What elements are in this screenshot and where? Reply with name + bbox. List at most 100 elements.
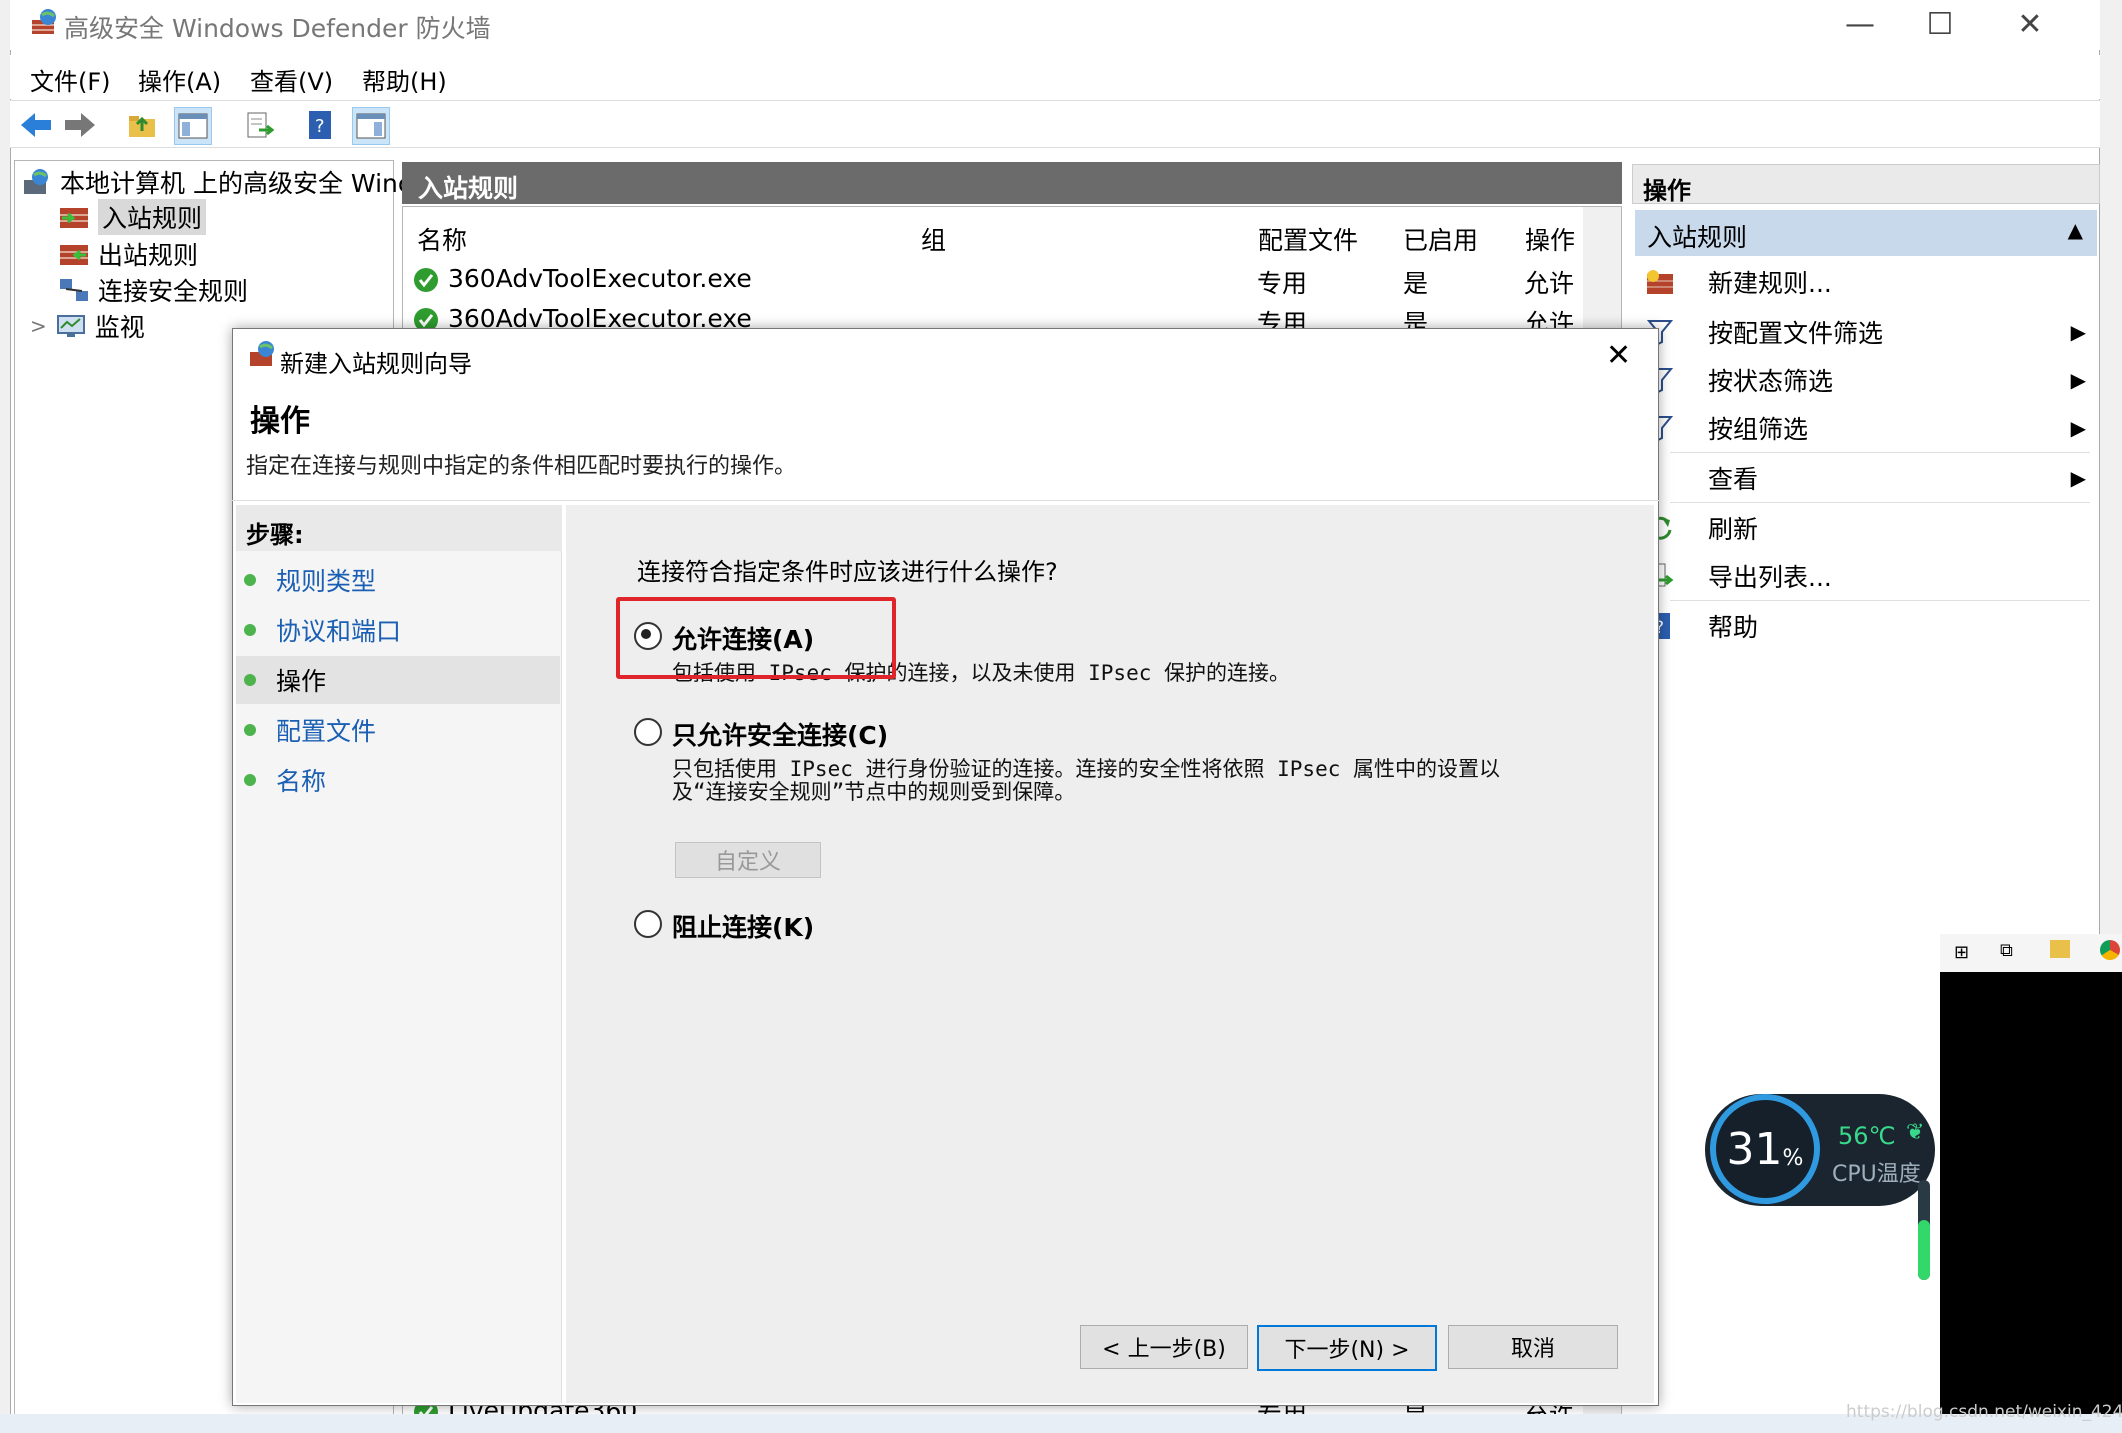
step-action-current: 操作 — [236, 656, 560, 704]
list-header-title: 入站规则 — [402, 162, 1622, 204]
radio-block-connection-label[interactable]: 阻止连接(K) — [672, 908, 814, 944]
menu-bar: 文件(F) 操作(A) 查看(V) 帮助(H) — [10, 55, 2100, 99]
show-hide-action-pane-icon[interactable] — [352, 107, 390, 145]
radio-allow-secure-label[interactable]: 只允许安全连接(C) — [672, 716, 888, 752]
cpu-usage-ring: 31% — [1710, 1094, 1820, 1204]
cpu-percent-unit: % — [1782, 1145, 1804, 1171]
bottom-edge-strip — [0, 1414, 2122, 1433]
show-hide-tree-icon[interactable] — [174, 107, 212, 145]
step-dot-icon — [244, 674, 256, 686]
inbound-rules-icon — [60, 208, 88, 228]
action-export-list[interactable]: 导出列表... — [1640, 552, 2100, 600]
tree-item-label: 出站规则 — [98, 241, 199, 270]
table-row[interactable]: 360AdvToolExecutor.exe — [412, 264, 752, 294]
leaf-icon: ❦ — [1906, 1120, 1925, 1145]
actions-divider — [1670, 452, 2090, 453]
tree-item-connection-security-rules[interactable]: 连接安全规则 — [58, 272, 248, 308]
rule-action: 允许 — [1524, 269, 1575, 298]
rule-profile: 专用 — [1257, 269, 1308, 298]
cancel-button[interactable]: 取消 — [1448, 1325, 1618, 1369]
radio-allow-secure-connection[interactable] — [634, 718, 662, 746]
collapse-up-icon[interactable]: ▲ — [2068, 218, 2083, 242]
toolbar: ? — [10, 100, 2100, 148]
action-filter-by-state[interactable]: 按状态筛选 ▶ — [1640, 356, 2100, 404]
step-label: 操作 — [276, 667, 327, 696]
action-help[interactable]: ? 帮助 — [1640, 602, 2100, 650]
action-filter-by-group[interactable]: 按组筛选 ▶ — [1640, 404, 2100, 452]
action-label: 按状态筛选 — [1708, 367, 1834, 396]
next-button[interactable]: 下一步(N) > — [1257, 1325, 1437, 1371]
action-refresh[interactable]: 刷新 — [1640, 504, 2100, 552]
step-label: 规则类型 — [276, 567, 377, 596]
step-dot-icon — [244, 574, 256, 586]
red-highlight-box — [616, 597, 896, 679]
actions-divider — [1670, 502, 2090, 503]
step-name[interactable]: 名称 — [236, 756, 560, 804]
window-title: 高级安全 Windows Defender 防火墙 — [64, 14, 491, 43]
menu-action[interactable]: 操作(A) — [138, 62, 221, 97]
step-protocol-port[interactable]: 协议和端口 — [236, 606, 560, 654]
cpu-percent: 31 — [1726, 1123, 1783, 1175]
column-name[interactable]: 名称 — [417, 221, 467, 257]
column-action[interactable]: 操作 — [1525, 221, 1575, 257]
export-list-icon[interactable] — [242, 107, 278, 143]
title-bar: 高级安全 Windows Defender 防火墙 — ☐ ✕ — [10, 0, 2100, 50]
windows-logo-icon[interactable]: ⊞ — [1954, 942, 1969, 963]
tree-item-label: 入站规则 — [98, 199, 207, 235]
file-explorer-icon[interactable] — [2050, 940, 2070, 958]
action-filter-by-profile[interactable]: 按配置文件筛选 ▶ — [1640, 308, 2100, 356]
tree-item-monitoring[interactable]: > 监视 — [30, 308, 145, 344]
menu-view[interactable]: 查看(V) — [250, 62, 333, 97]
tree-root[interactable]: 本地计算机 上的高级安全 Winc — [22, 164, 412, 200]
dialog-title: 新建入站规则向导 — [280, 350, 472, 378]
back-arrow-icon[interactable] — [18, 107, 54, 143]
tree-item-outbound-rules[interactable]: 出站规则 — [58, 236, 198, 272]
task-view-icon[interactable]: ⧉ — [2000, 940, 2013, 961]
step-dot-icon — [244, 774, 256, 786]
column-enabled[interactable]: 已启用 — [1403, 221, 1478, 257]
action-new-rule[interactable]: 新建规则... — [1640, 258, 2100, 306]
close-button[interactable]: ✕ — [2000, 4, 2060, 44]
customize-button: 自定义 — [675, 842, 821, 878]
step-dot-icon — [244, 624, 256, 636]
expand-chevron-icon[interactable]: > — [30, 314, 47, 338]
maximize-button[interactable]: ☐ — [1910, 4, 1970, 44]
submenu-arrow-icon: ▶ — [2070, 320, 2086, 344]
help-icon[interactable]: ? — [302, 107, 338, 143]
menu-file[interactable]: 文件(F) — [30, 62, 111, 97]
action-view[interactable]: 查看 ▶ — [1640, 454, 2100, 502]
connection-security-icon — [60, 279, 88, 301]
chrome-icon[interactable] — [2100, 940, 2120, 960]
allow-secure-description: 只包括使用 IPsec 进行身份验证的连接。连接的安全性将依照 IPsec 属性… — [672, 757, 1501, 804]
action-label: 按组筛选 — [1708, 415, 1809, 444]
cpu-temperature-label: CPU温度 — [1832, 1162, 1921, 1187]
step-label: 协议和端口 — [276, 617, 402, 646]
tree-item-inbound-rules[interactable]: 入站规则 — [58, 199, 207, 235]
svg-text:?: ? — [315, 116, 325, 137]
taskbar-dark-area — [1940, 972, 2122, 1433]
up-folder-icon[interactable] — [124, 107, 160, 143]
outbound-rules-icon — [60, 245, 88, 265]
allow-check-icon — [414, 268, 438, 292]
column-profile[interactable]: 配置文件 — [1258, 221, 1358, 257]
taskbar-thumbnail-strip: ⊞ ⧉ — [1940, 934, 2122, 972]
dialog-description: 指定在连接与规则中指定的条件相匹配时要执行的操作。 — [246, 454, 797, 479]
actions-section-inbound-rules[interactable]: 入站规则 ▲ — [1635, 210, 2097, 256]
tree-root-label: 本地计算机 上的高级安全 Winc — [60, 169, 412, 198]
forward-arrow-icon[interactable] — [62, 107, 98, 143]
menu-help[interactable]: 帮助(H) — [362, 62, 447, 97]
radio-block-connection[interactable] — [634, 910, 662, 938]
submenu-arrow-icon: ▶ — [2070, 466, 2086, 490]
dialog-close-button[interactable]: ✕ — [1606, 338, 1631, 373]
rule-name: 360AdvToolExecutor.exe — [447, 264, 752, 293]
cpu-level-fill — [1918, 1220, 1930, 1280]
rule-enabled: 是 — [1403, 269, 1429, 298]
back-button[interactable]: < 上一步(B) — [1080, 1325, 1248, 1369]
step-rule-type[interactable]: 规则类型 — [236, 556, 560, 604]
step-profile[interactable]: 配置文件 — [236, 706, 560, 754]
actions-section-label: 入站规则 — [1647, 223, 1748, 252]
submenu-arrow-icon: ▶ — [2070, 368, 2086, 392]
tree-item-label: 连接安全规则 — [98, 277, 249, 306]
column-group[interactable]: 组 — [921, 221, 946, 257]
minimize-button[interactable]: — — [1830, 4, 1890, 44]
